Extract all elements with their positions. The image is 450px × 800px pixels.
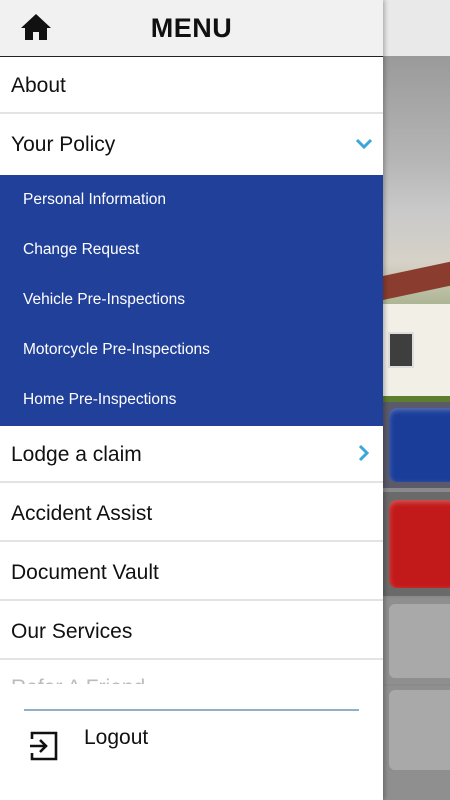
- menu-item-lodge-claim[interactable]: Lodge a claim: [0, 426, 383, 483]
- chevron-right-icon: [355, 444, 373, 462]
- menu-item-partial[interactable]: Refer A Friend: [0, 662, 383, 684]
- submenu-item-personal-information[interactable]: Personal Information: [0, 175, 383, 225]
- grey-tile-button[interactable]: [383, 686, 450, 800]
- submenu-item-home-pre-inspections[interactable]: Home Pre-Inspections: [0, 375, 383, 425]
- submenu-item-label: Change Request: [23, 241, 140, 258]
- home-icon[interactable]: [20, 12, 52, 42]
- navigation-drawer: MENU About Your Policy Personal Informat…: [0, 0, 383, 800]
- blue-tile-button[interactable]: [383, 402, 450, 488]
- menu-item-your-policy[interactable]: Your Policy: [0, 116, 383, 175]
- policy-submenu: Personal Information Change Request Vehi…: [0, 175, 383, 426]
- logout-section: Logout: [0, 684, 383, 800]
- menu-item-label: Lodge a claim: [11, 443, 142, 466]
- submenu-item-label: Personal Information: [23, 191, 167, 208]
- submenu-item-label: Home Pre-Inspections: [23, 391, 177, 408]
- menu-item-label: Accident Assist: [11, 502, 153, 525]
- logout-label: Logout: [84, 726, 149, 749]
- submenu-item-label: Vehicle Pre-Inspections: [23, 291, 185, 308]
- chevron-down-icon: [355, 134, 373, 152]
- menu-item-document-vault[interactable]: Document Vault: [0, 544, 383, 601]
- app-top-bar: [383, 0, 450, 56]
- submenu-item-vehicle-pre-inspections[interactable]: Vehicle Pre-Inspections: [0, 275, 383, 325]
- menu-item-label: About: [11, 74, 66, 97]
- menu-item-label: Our Services: [11, 620, 133, 643]
- submenu-item-label: Motorcycle Pre-Inspections: [23, 341, 210, 358]
- logout-button[interactable]: Logout: [20, 724, 220, 774]
- red-tile-button[interactable]: [383, 492, 450, 596]
- submenu-item-motorcycle-pre-inspections[interactable]: Motorcycle Pre-Inspections: [0, 325, 383, 375]
- logout-icon: [28, 730, 60, 762]
- hero-image: [383, 56, 450, 456]
- menu-item-label: Your Policy: [11, 133, 116, 156]
- menu-title: MENU: [150, 13, 233, 43]
- menu-item-label: Refer A Friend: [11, 676, 145, 684]
- menu-item-about[interactable]: About: [0, 57, 383, 114]
- menu-item-label: Document Vault: [11, 561, 159, 584]
- menu-item-accident-assist[interactable]: Accident Assist: [0, 485, 383, 542]
- divider: [24, 709, 359, 711]
- grey-tile-button[interactable]: [383, 598, 450, 684]
- drawer-header: MENU: [0, 0, 383, 57]
- menu-item-our-services[interactable]: Our Services: [0, 603, 383, 660]
- submenu-item-change-request[interactable]: Change Request: [0, 225, 383, 275]
